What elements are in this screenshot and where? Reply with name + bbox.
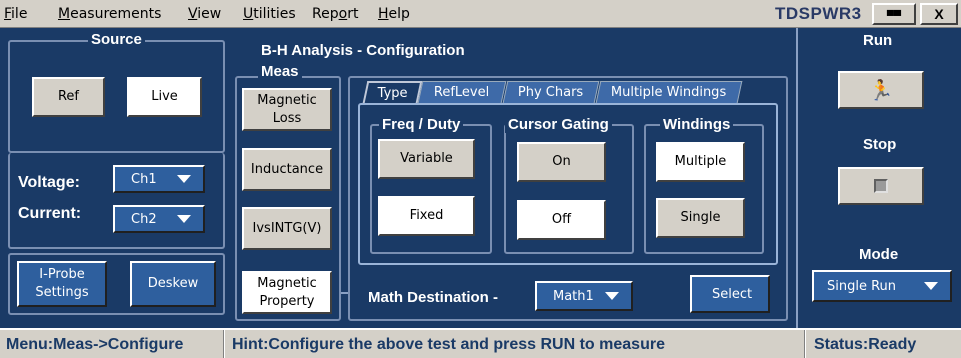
variable-button[interactable]: Variable	[378, 139, 475, 179]
menu-bar: File Measurements View Utilities Report …	[0, 0, 961, 28]
app-title: TDSPWR3	[775, 4, 862, 23]
meas-magnetic-loss[interactable]: Magnetic Loss	[242, 88, 332, 131]
menu-view[interactable]: View	[188, 6, 221, 22]
status-separator	[804, 330, 806, 358]
iprobe-settings-button[interactable]: I-Probe Settings	[17, 261, 107, 307]
menu-measurements[interactable]: Measurements	[58, 6, 161, 22]
stop-button[interactable]	[838, 167, 924, 205]
tab-reflevel[interactable]: RefLevel	[417, 81, 507, 103]
multiple-button[interactable]: Multiple	[656, 142, 745, 182]
fixed-button[interactable]: Fixed	[378, 196, 475, 236]
voltage-dropdown[interactable]: Ch1	[113, 165, 205, 193]
run-button[interactable]: 🏃	[838, 71, 924, 109]
close-icon: X	[934, 6, 944, 22]
close-button[interactable]: X	[920, 3, 958, 25]
tab-reflevel-label: RefLevel	[434, 85, 490, 100]
voltage-value: Ch1	[131, 171, 157, 187]
chevron-down-icon	[177, 215, 191, 223]
current-label: Current:	[18, 205, 82, 222]
stop-icon	[874, 179, 888, 193]
chevron-down-icon	[924, 282, 938, 290]
cursor-gating-title: Cursor Gating	[505, 116, 612, 133]
tab-multiple-windings[interactable]: Multiple Windings	[595, 81, 743, 103]
meas-magnetic-property[interactable]: Magnetic Property	[242, 271, 332, 314]
tab-phy-chars-label: Phy Chars	[518, 85, 584, 100]
math-destination-dropdown[interactable]: Math1	[535, 281, 633, 311]
ref-button[interactable]: Ref	[32, 77, 105, 117]
deskew-button[interactable]: Deskew	[130, 261, 216, 307]
freq-duty-title: Freq / Duty	[379, 116, 464, 133]
mode-dropdown[interactable]: Single Run	[812, 270, 952, 302]
gating-on-button[interactable]: On	[517, 142, 606, 182]
source-title: Source	[88, 31, 145, 48]
voltage-label: Voltage:	[18, 174, 80, 191]
live-button[interactable]: Live	[127, 77, 202, 117]
restore-button[interactable]: ▀▀	[872, 3, 916, 25]
windings-title: Windings	[660, 116, 734, 133]
meas-title: Meas	[258, 63, 302, 80]
meas-inductance[interactable]: Inductance	[242, 148, 332, 191]
math-destination-value: Math1	[553, 288, 594, 304]
current-value: Ch2	[131, 211, 157, 227]
gating-off-button[interactable]: Off	[517, 200, 606, 240]
main-area: Source Ref Live Voltage: Ch1 Current: Ch…	[0, 28, 961, 328]
status-hint: Hint:Configure the above test and press …	[232, 336, 665, 353]
menu-report[interactable]: Report	[312, 6, 358, 22]
chevron-down-icon	[177, 175, 191, 183]
select-label: Select	[712, 286, 753, 302]
status-menu: Menu:Meas->Configure	[6, 336, 184, 353]
tab-type[interactable]: Type	[362, 81, 423, 103]
page-title: B-H Analysis - Configuration	[258, 42, 468, 59]
status-ready: Status:Ready	[814, 336, 917, 353]
single-button[interactable]: Single	[656, 198, 745, 238]
math-destination-label: Math Destination -	[368, 289, 498, 306]
tab-type-label: Type	[377, 85, 408, 101]
status-bar: Menu:Meas->Configure Hint:Configure the …	[0, 328, 961, 358]
menu-help[interactable]: Help	[378, 6, 410, 22]
run-title: Run	[860, 32, 896, 49]
menu-file[interactable]: File	[4, 6, 27, 22]
tab-phy-chars[interactable]: Phy Chars	[502, 81, 600, 103]
running-man-icon: 🏃	[868, 77, 894, 102]
status-separator	[223, 330, 225, 358]
mode-title: Mode	[856, 246, 902, 263]
mode-value: Single Run	[827, 278, 897, 294]
chevron-down-icon	[605, 292, 619, 300]
select-button[interactable]: Select	[690, 275, 770, 313]
tab-multiple-windings-label: Multiple Windings	[611, 85, 727, 100]
current-dropdown[interactable]: Ch2	[113, 205, 205, 233]
restore-icon: ▀▀	[886, 11, 902, 22]
meas-ivsintg[interactable]: IvsINTG(V)	[242, 207, 332, 250]
stop-title: Stop	[860, 136, 900, 153]
right-divider	[796, 28, 798, 328]
menu-utilities[interactable]: Utilities	[243, 6, 296, 22]
